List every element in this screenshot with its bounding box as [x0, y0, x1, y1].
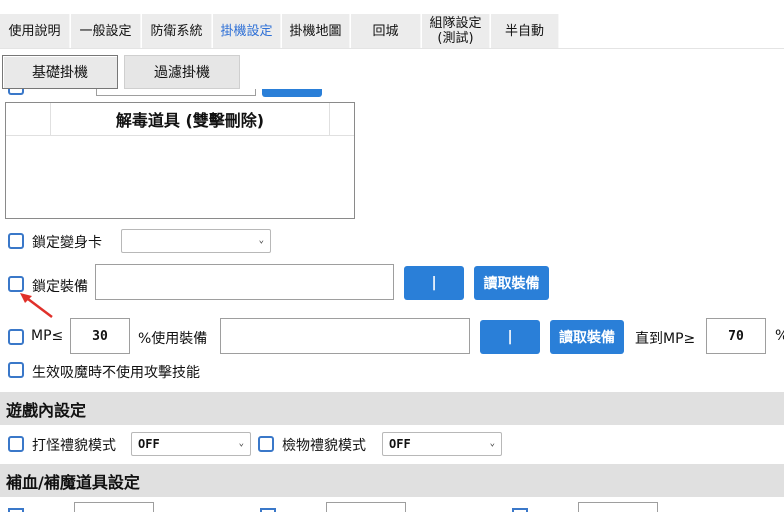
- chevron-down-icon: ⌄: [258, 235, 264, 246]
- hidden-textbox-fragment: [96, 89, 256, 96]
- tab-return-town[interactable]: 回城: [351, 14, 421, 48]
- no-attack-skill-checkbox[interactable]: [8, 362, 24, 378]
- pickup-courtesy-checkbox[interactable]: [258, 436, 274, 452]
- cutoff-checkbox-fragment: [8, 508, 24, 512]
- use-equipment-label: %使用裝備: [138, 331, 208, 347]
- fight-courtesy-checkbox[interactable]: [8, 436, 24, 452]
- chevron-down-icon: ⌄: [238, 438, 244, 449]
- tab-party[interactable]: 組隊設定 (測試): [422, 14, 490, 48]
- transform-card-select[interactable]: ⌄: [121, 229, 271, 253]
- chevron-down-icon: ⌄: [489, 438, 495, 449]
- antidote-column-header[interactable]: 解毒道具 (雙擊刪除): [51, 103, 329, 135]
- fight-courtesy-label: 打怪禮貌模式: [32, 438, 116, 454]
- pickup-courtesy-select[interactable]: OFF ⌄: [382, 432, 502, 456]
- subtab-basic-afk[interactable]: 基礎掛機: [2, 55, 118, 89]
- until-mp-label: 直到MP≥: [635, 331, 696, 347]
- no-attack-skill-label: 生效吸魔時不使用攻擊技能: [32, 365, 200, 381]
- antidote-list-header: 解毒道具 (雙擊刪除): [6, 103, 354, 136]
- cutoff-input-fragment: [74, 502, 154, 512]
- tab-usage[interactable]: 使用說明: [0, 14, 70, 48]
- cutoff-checkbox-fragment: [260, 508, 276, 512]
- mp-equipment-pipe-button[interactable]: |: [480, 320, 540, 354]
- lock-transform-label: 鎖定變身卡: [32, 235, 102, 251]
- mp-threshold-input[interactable]: 30: [70, 318, 130, 354]
- ingame-settings-header: 遊戲內設定: [0, 392, 784, 425]
- lock-equipment-pipe-button[interactable]: |: [404, 266, 464, 300]
- pickup-courtesy-select-value: OFF: [389, 437, 411, 451]
- fight-courtesy-select[interactable]: OFF ⌄: [131, 432, 251, 456]
- column-divider: [329, 103, 330, 135]
- hidden-checkbox-fragment: [8, 89, 24, 95]
- lock-equipment-checkbox[interactable]: [8, 276, 24, 292]
- hidden-button-fragment: [262, 89, 322, 97]
- antidote-list[interactable]: 解毒道具 (雙擊刪除): [5, 102, 355, 219]
- mp-threshold-label: MP≤: [31, 328, 64, 344]
- mp-read-equipment-button[interactable]: 讀取裝備: [550, 320, 624, 354]
- read-equipment-button[interactable]: 讀取裝備: [474, 266, 549, 300]
- top-tab-bar: 使用說明 一般設定 防衛系統 掛機設定 掛機地圖 回城 組隊設定 (測試) 半自…: [0, 0, 784, 49]
- pickup-courtesy-label: 檢物禮貌模式: [282, 438, 366, 454]
- cutoff-input-fragment: [326, 502, 406, 512]
- tab-general[interactable]: 一般設定: [71, 14, 141, 48]
- mp-use-equipment-checkbox[interactable]: [8, 329, 24, 345]
- heal-items-header: 補血/補魔道具設定: [0, 464, 784, 497]
- lock-transform-checkbox[interactable]: [8, 233, 24, 249]
- fight-courtesy-select-value: OFF: [138, 437, 160, 451]
- lock-equipment-field[interactable]: [95, 264, 394, 300]
- tab-semi-auto[interactable]: 半自動: [491, 14, 559, 48]
- subtab-filter-afk[interactable]: 過濾掛機: [124, 55, 240, 89]
- until-mp-input[interactable]: 70: [706, 318, 766, 354]
- tab-defense[interactable]: 防衛系統: [142, 14, 212, 48]
- arrow-annotation-icon: [20, 293, 53, 318]
- tab-afk-map[interactable]: 掛機地圖: [282, 14, 350, 48]
- percent-label: %: [775, 328, 784, 344]
- cutoff-input-fragment: [578, 502, 658, 512]
- cutoff-checkbox-fragment: [512, 508, 528, 512]
- mp-equipment-field[interactable]: [220, 318, 470, 354]
- tab-afk-settings[interactable]: 掛機設定: [213, 14, 281, 48]
